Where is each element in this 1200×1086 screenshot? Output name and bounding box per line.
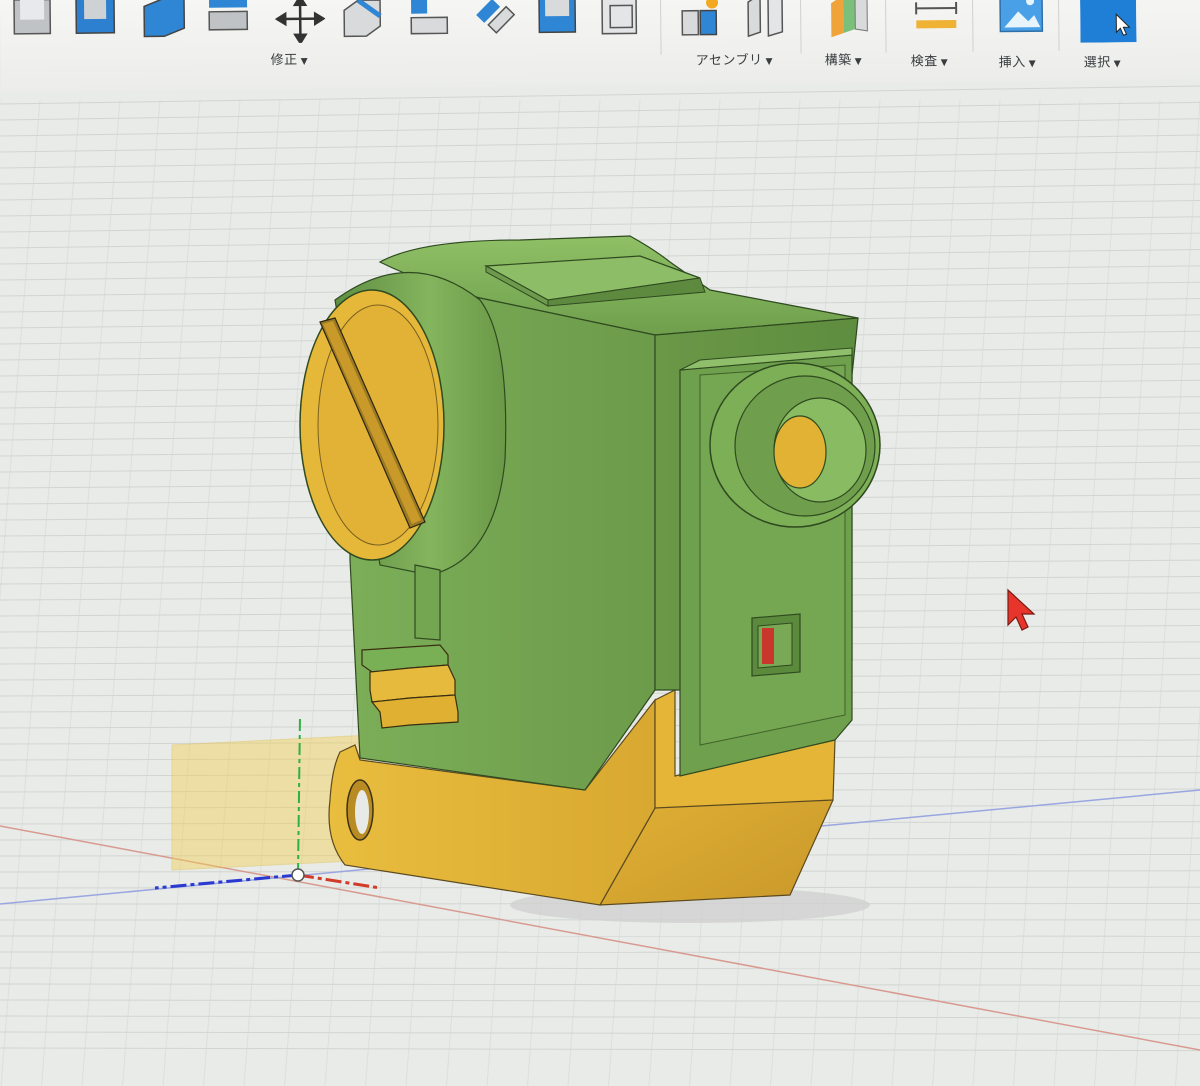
dial-stem	[414, 564, 441, 641]
grid-line	[932, 99, 1001, 1086]
toolbar-group-assembly[interactable]: アセンブリ ▼	[696, 49, 773, 69]
grid-line	[0, 951, 1200, 954]
measure-icon[interactable]	[912, 0, 960, 36]
grid-line	[162, 99, 241, 1086]
shell-icon[interactable]	[205, 0, 253, 40]
grid-line	[891, 99, 961, 1086]
grid-line	[0, 1031, 1200, 1035]
grid-line	[0, 999, 1200, 1003]
scale-icon[interactable]	[535, 0, 583, 36]
chamfer-icon[interactable]	[140, 0, 188, 41]
fillet-icon[interactable]	[72, 0, 120, 41]
grid-line	[0, 967, 1200, 970]
toolbar-separator	[971, 0, 974, 52]
grid-line	[203, 99, 281, 1086]
port-hole	[773, 415, 827, 489]
toolbar-separator	[799, 0, 802, 54]
grid-line	[122, 99, 201, 1086]
move-icon[interactable]	[274, 0, 326, 44]
align-icon[interactable]	[340, 0, 388, 38]
ribbon-toolbar: 修正 ▼ アセンブリ ▼ 構築 ▼ 検査 ▼ 挿入 ▼ 選択 ▼	[0, 0, 1200, 92]
toolbar-group-inspect[interactable]: 検査 ▼	[911, 50, 949, 69]
grid-line	[0, 199, 1200, 217]
grid-line	[243, 99, 321, 1086]
toolbar-group-select[interactable]: 選択 ▼	[1084, 51, 1122, 70]
insert-image-icon[interactable]	[998, 0, 1046, 36]
split-face-icon[interactable]	[405, 0, 453, 38]
joint-icon[interactable]	[742, 0, 790, 38]
grid-line	[81, 99, 161, 1086]
canvas-viewport[interactable]	[0, 0, 1200, 1086]
toolbar-group-modify[interactable]: 修正 ▼	[271, 49, 309, 68]
grid-line	[0, 1047, 1200, 1052]
grid-line	[41, 99, 121, 1086]
split-body-icon[interactable]	[470, 0, 518, 37]
toolbar-separator	[659, 0, 662, 56]
grid-line	[0, 118, 1200, 137]
press-pull-icon[interactable]	[10, 0, 58, 42]
combine-icon[interactable]	[598, 0, 646, 36]
3d-model[interactable]	[299, 235, 881, 906]
construct-plane-icon[interactable]	[825, 0, 873, 38]
grid-line	[0, 150, 1200, 169]
grid-line	[0, 167, 1200, 185]
mouse-cursor-icon	[1007, 588, 1036, 631]
assembly-icon[interactable]	[678, 0, 726, 39]
grid-line	[0, 183, 1200, 201]
grid-line	[972, 99, 1041, 1086]
grid-line	[0, 134, 1200, 153]
toolbar-separator	[884, 0, 887, 53]
toolbar-group-construct[interactable]: 構築 ▼	[825, 49, 863, 68]
toolbar-group-insert[interactable]: 挿入 ▼	[999, 51, 1037, 70]
grid-line	[1013, 99, 1081, 1086]
grid-line	[851, 99, 921, 1086]
select-cursor-icon[interactable]	[1079, 0, 1137, 43]
grid-line	[284, 99, 361, 1086]
grid-line	[0, 216, 1200, 233]
toolbar-separator	[1057, 0, 1060, 51]
